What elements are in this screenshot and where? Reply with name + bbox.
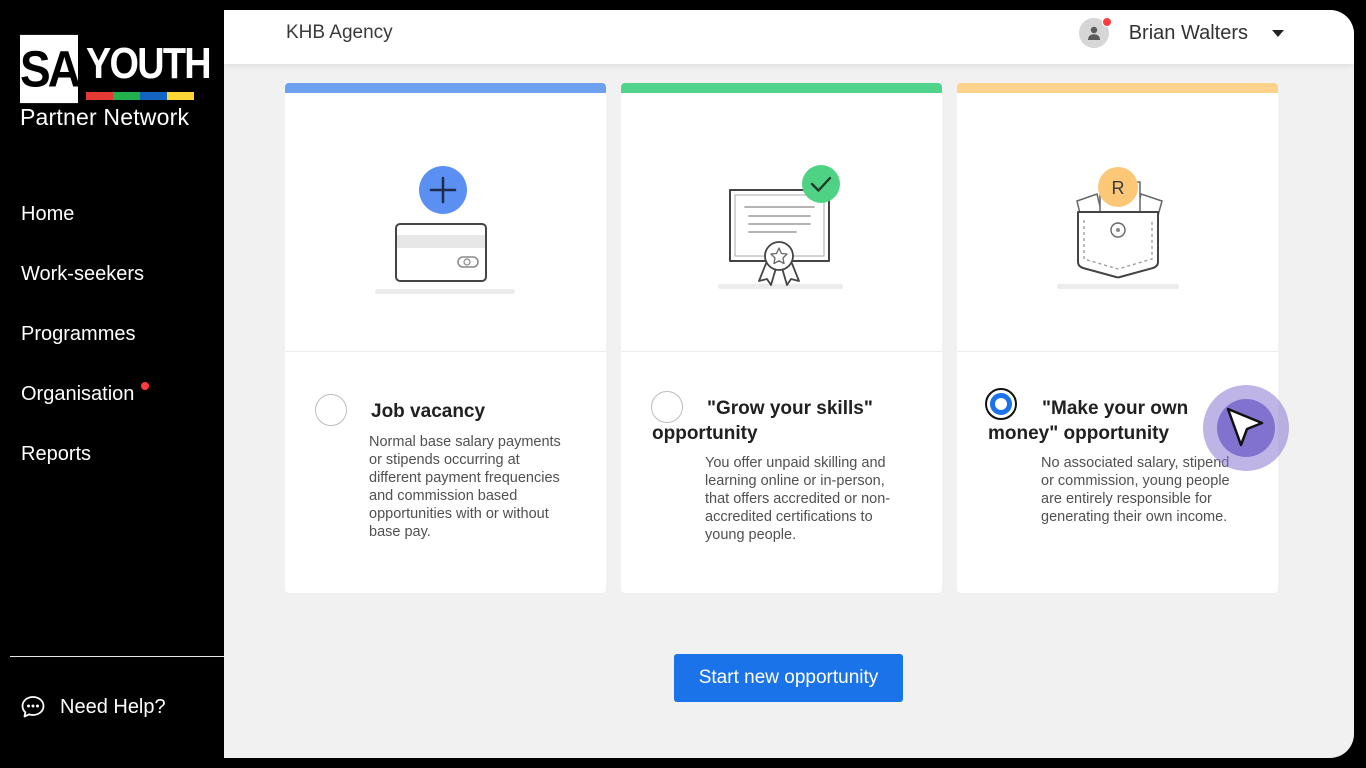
card-title-text: Job vacancy (371, 401, 486, 422)
card-illustration: R (957, 93, 1278, 352)
sidebar-item-label: Reports (21, 443, 92, 465)
description-line: base pay. (369, 524, 431, 540)
logo-stripe (140, 92, 167, 100)
app-frame: SA YOUTH Partner Network Home Work-seeke… (0, 0, 1366, 768)
sidebar-item-home[interactable]: Home (21, 200, 144, 260)
logo-youth-text: YOUTH (86, 39, 212, 88)
card-title-line: "Make your own (1042, 398, 1189, 419)
sidebar-item-label: Home (21, 203, 75, 225)
description-line: that offers accredited or non- (705, 491, 891, 507)
main-content: KHB Agency Brian Walters Job vacancy Nor… (224, 10, 1354, 758)
description-line: are entirely responsible for (1041, 491, 1212, 507)
description-line: You offer unpaid skilling and (705, 455, 886, 471)
sidebar-item-reports[interactable]: Reports (21, 440, 144, 500)
opportunity-type-cards: Job vacancy Normal base salary payments … (285, 83, 1293, 593)
notification-dot (141, 382, 149, 390)
description-line: different payment frequencies (369, 470, 560, 486)
card-title: "Make your own money" opportunity (988, 396, 1188, 446)
sidebar-item-label: Organisation (21, 383, 135, 405)
card-title: "Grow your skills" opportunity (652, 396, 873, 446)
need-help-label: Need Help? (60, 695, 166, 718)
money-pocket-icon: R (1057, 167, 1179, 289)
logo-stripe (86, 92, 113, 100)
pointer-cursor-icon (1226, 407, 1264, 447)
sidebar-item-label: Work-seekers (21, 263, 144, 285)
sidebar-item-work-seekers[interactable]: Work-seekers (21, 260, 144, 320)
credit-card-plus-icon (375, 166, 515, 294)
description-line: or stipends occurring at (369, 452, 520, 468)
card-grow-your-skills[interactable]: "Grow your skills" opportunity You offer… (621, 83, 942, 593)
sidebar-item-label: Programmes (21, 323, 136, 345)
card-accent-bar (957, 83, 1278, 93)
start-new-opportunity-button[interactable]: Start new opportunity (674, 654, 903, 702)
agency-name: KHB Agency (286, 22, 393, 43)
description-line: young people. (705, 527, 797, 543)
notification-dot (1101, 17, 1112, 27)
sidebar-item-programmes[interactable]: Programmes (21, 320, 144, 380)
card-accent-bar (285, 83, 606, 93)
sidebar-nav: Home Work-seekers Programmes Organisatio… (21, 200, 149, 500)
caret-down-icon[interactable] (1272, 29, 1284, 37)
card-illustration (285, 93, 606, 352)
card-make-your-own-money[interactable]: R "Make your own money" opportunity No a… (957, 83, 1278, 593)
logo-sa-mark: SA (20, 34, 81, 104)
card-description: You offer unpaid skilling and learning o… (705, 454, 890, 544)
logo-color-stripes (86, 92, 194, 100)
sidebar-divider (10, 656, 224, 657)
description-line: and commission based (369, 488, 518, 504)
logo-stripe (113, 92, 140, 100)
top-bar: KHB Agency Brian Walters (224, 10, 1354, 64)
logo-tagline: Partner Network (20, 104, 190, 130)
card-title: Job vacancy (371, 399, 485, 424)
sidebar: SA YOUTH Partner Network Home Work-seeke… (0, 0, 224, 768)
sa-youth-logo[interactable]: SA YOUTH Partner Network (20, 34, 212, 131)
chat-bubble-icon (21, 696, 45, 718)
card-description: Normal base salary payments or stipends … (369, 433, 561, 541)
card-accent-bar (621, 83, 942, 93)
description-line: accredited certifications to (705, 509, 873, 525)
need-help-button[interactable]: Need Help? (20, 694, 166, 720)
card-illustration (621, 93, 942, 352)
card-description: No associated salary, stipend or commiss… (1041, 454, 1230, 526)
currency-letter: R (1112, 178, 1125, 198)
description-line: learning online or in-person, (705, 473, 885, 489)
description-line: Normal base salary payments (369, 434, 561, 450)
description-line: No associated salary, stipend (1041, 455, 1230, 471)
description-line: opportunities with or without (369, 506, 549, 522)
certificate-icon (718, 165, 843, 289)
card-title-line: "Grow your skills" (707, 398, 873, 419)
sidebar-item-organisation[interactable]: Organisation (21, 380, 149, 440)
user-icon (1087, 26, 1100, 40)
description-line: generating their own income. (1041, 509, 1228, 525)
avatar (1078, 17, 1112, 48)
description-line: or commission, young people (1041, 473, 1230, 489)
card-title-line: opportunity (652, 423, 758, 444)
user-menu[interactable]: Brian Walters (1078, 17, 1284, 48)
user-name: Brian Walters (1128, 21, 1248, 44)
card-job-vacancy[interactable]: Job vacancy Normal base salary payments … (285, 83, 606, 593)
logo-stripe (167, 92, 194, 100)
cursor-highlight (1203, 385, 1289, 471)
card-title-line: money" opportunity (988, 423, 1170, 444)
radio-job-vacancy[interactable] (315, 394, 347, 426)
